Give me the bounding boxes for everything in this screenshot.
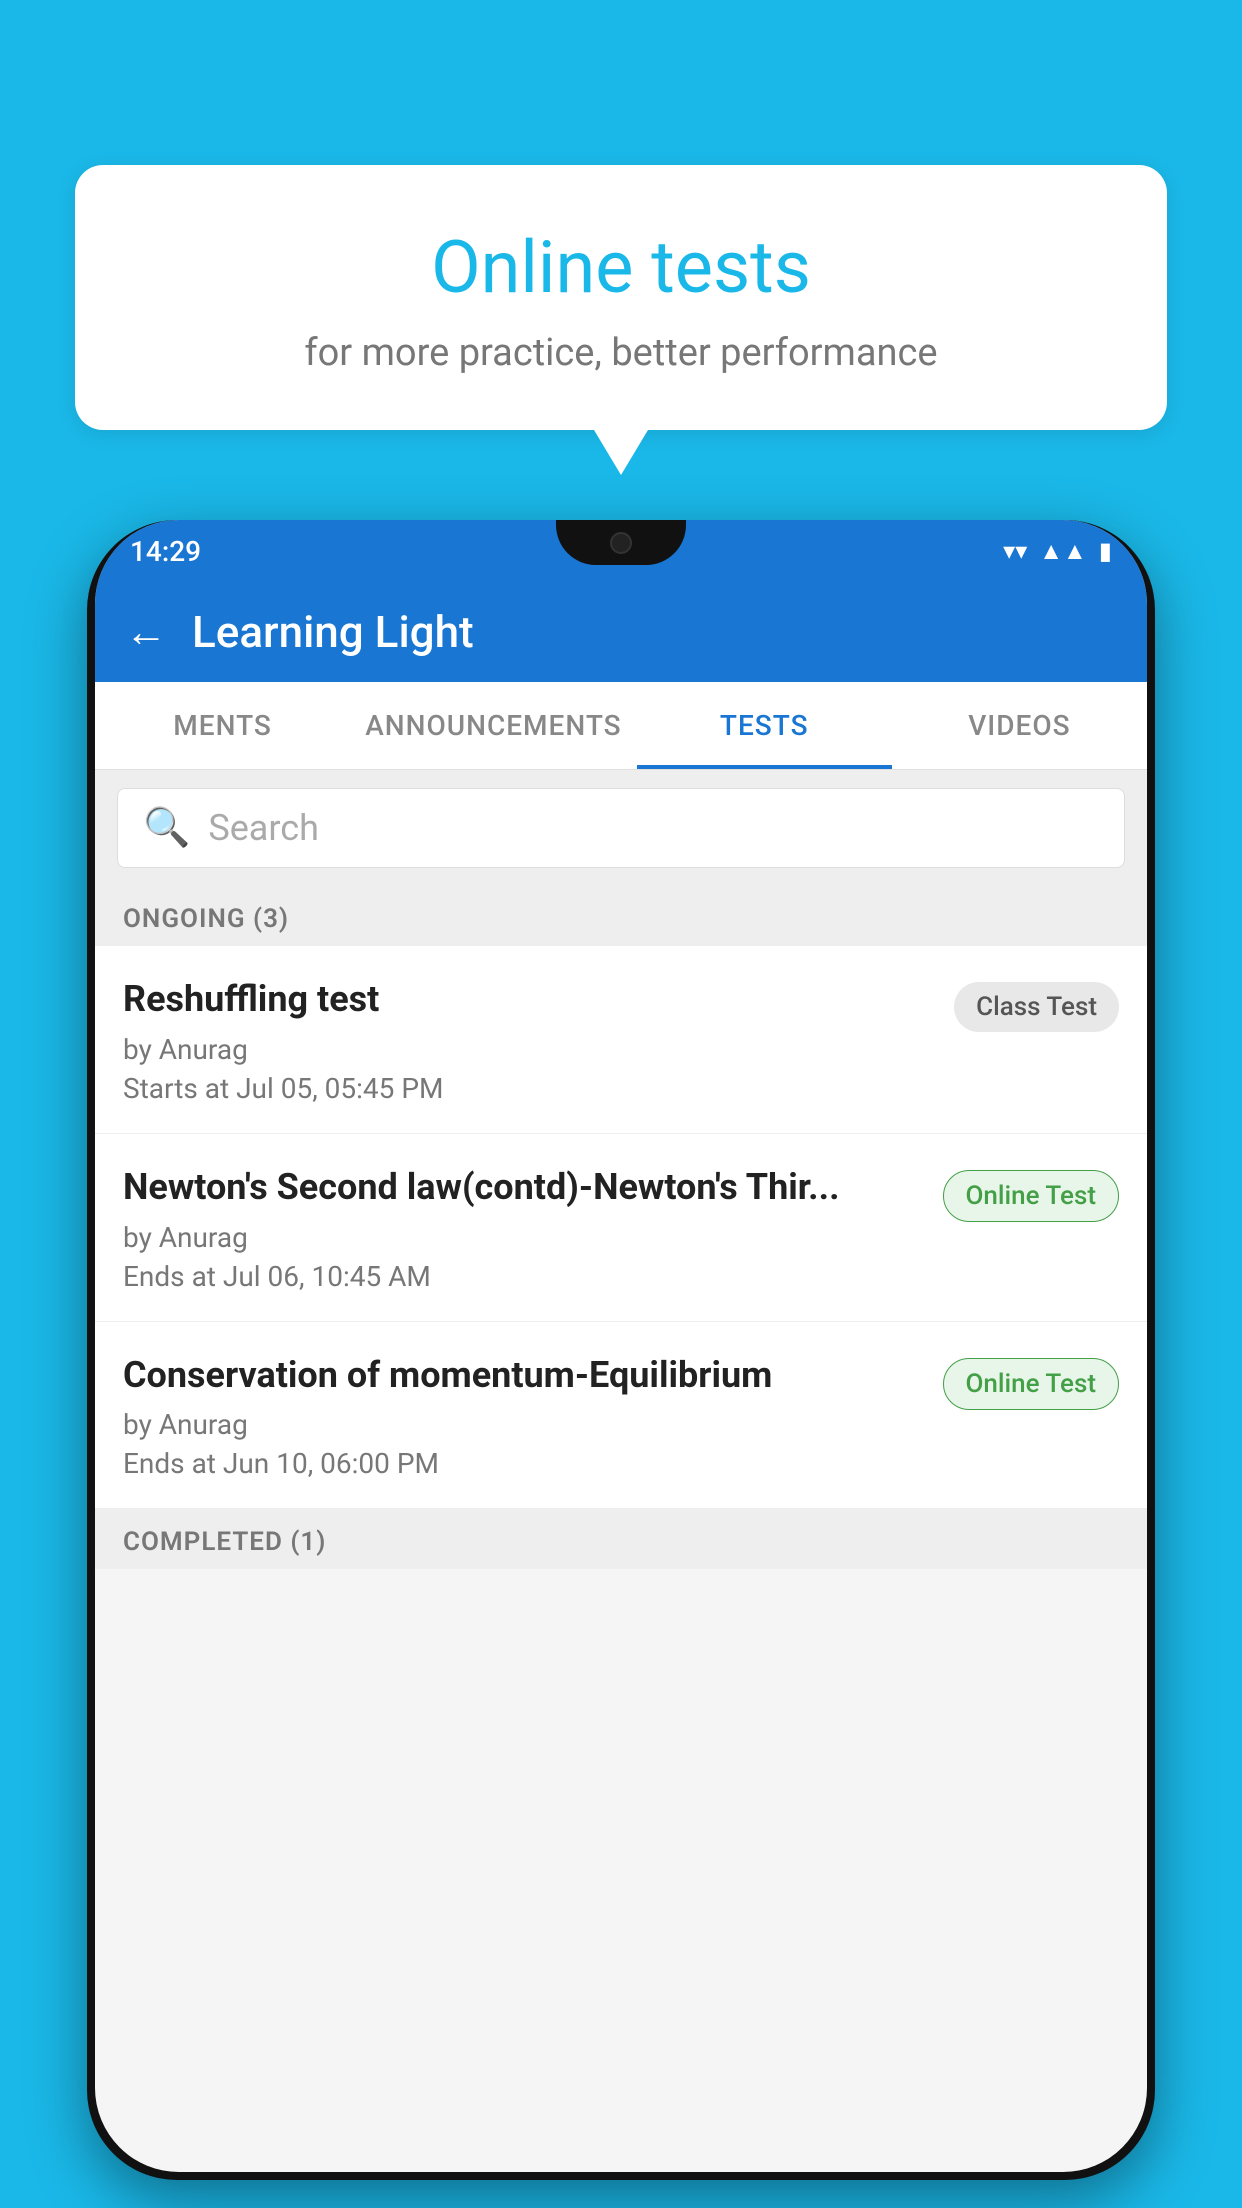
search-input[interactable]: Search: [208, 807, 319, 849]
search-container: 🔍 Search: [95, 770, 1147, 886]
wifi-icon: ▾▾: [1003, 537, 1027, 565]
test-author: by Anurag: [123, 1033, 939, 1066]
app-bar: ← Learning Light: [95, 582, 1147, 682]
online-test-badge-2: Online Test: [943, 1358, 1120, 1410]
battery-icon: ▮: [1099, 537, 1112, 565]
test-name: Conservation of momentum-Equilibrium: [123, 1352, 928, 1399]
signal-icon: ▲▲: [1039, 537, 1087, 566]
online-test-badge: Online Test: [943, 1170, 1120, 1222]
test-item[interactable]: Newton's Second law(contd)-Newton's Thir…: [95, 1134, 1147, 1322]
search-icon: 🔍: [143, 806, 190, 850]
status-icons: ▾▾ ▲▲ ▮: [1003, 537, 1112, 566]
tab-tests[interactable]: TESTS: [637, 682, 892, 769]
tab-announcements[interactable]: ANNOUNCEMENTS: [350, 682, 636, 769]
app-title: Learning Light: [192, 606, 474, 658]
test-info: Conservation of momentum-Equilibrium by …: [123, 1352, 928, 1481]
test-item[interactable]: Reshuffling test by Anurag Starts at Jul…: [95, 946, 1147, 1134]
bubble-title: Online tests: [125, 225, 1117, 311]
search-box[interactable]: 🔍 Search: [117, 788, 1125, 868]
tab-videos[interactable]: VIDEOS: [892, 682, 1147, 769]
test-name: Reshuffling test: [123, 976, 939, 1023]
test-time: Ends at Jul 06, 10:45 AM: [123, 1260, 928, 1293]
status-time: 14:29: [130, 535, 201, 568]
phone-screen: 14:29 ▾▾ ▲▲ ▮ ← Learning Light MENTS ANN…: [95, 520, 1147, 2172]
test-author: by Anurag: [123, 1408, 928, 1441]
test-item[interactable]: Conservation of momentum-Equilibrium by …: [95, 1322, 1147, 1510]
completed-section-header: COMPLETED (1): [95, 1509, 1147, 1569]
test-info: Newton's Second law(contd)-Newton's Thir…: [123, 1164, 928, 1293]
test-name: Newton's Second law(contd)-Newton's Thir…: [123, 1164, 928, 1211]
phone-wrapper: 14:29 ▾▾ ▲▲ ▮ ← Learning Light MENTS ANN…: [87, 520, 1155, 2208]
tabs-bar: MENTS ANNOUNCEMENTS TESTS VIDEOS: [95, 682, 1147, 770]
notch: [556, 520, 686, 565]
test-time: Ends at Jun 10, 06:00 PM: [123, 1447, 928, 1480]
tests-list: Reshuffling test by Anurag Starts at Jul…: [95, 946, 1147, 1509]
test-time: Starts at Jul 05, 05:45 PM: [123, 1072, 939, 1105]
test-author: by Anurag: [123, 1221, 928, 1254]
tab-ments[interactable]: MENTS: [95, 682, 350, 769]
class-test-badge: Class Test: [954, 982, 1119, 1032]
bubble-subtitle: for more practice, better performance: [125, 331, 1117, 375]
speech-bubble: Online tests for more practice, better p…: [75, 165, 1167, 430]
back-button[interactable]: ←: [125, 608, 167, 657]
ongoing-section-header: ONGOING (3): [95, 886, 1147, 946]
front-camera: [610, 532, 632, 554]
test-info: Reshuffling test by Anurag Starts at Jul…: [123, 976, 939, 1105]
phone-frame: 14:29 ▾▾ ▲▲ ▮ ← Learning Light MENTS ANN…: [87, 520, 1155, 2180]
